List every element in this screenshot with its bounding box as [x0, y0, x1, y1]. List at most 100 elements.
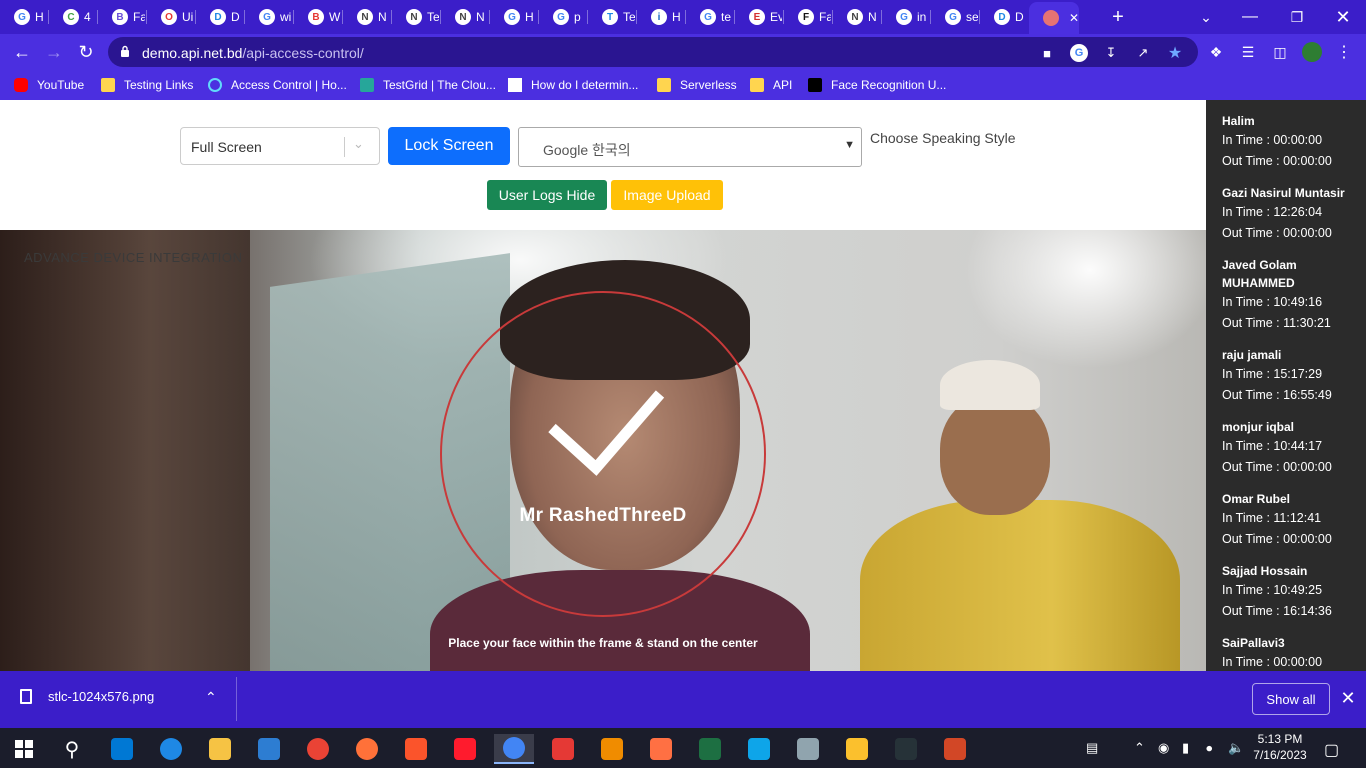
share-icon[interactable]: ↗ [1134, 44, 1152, 62]
taskbar-app-icon[interactable] [249, 734, 289, 764]
browser-tab[interactable]: Gse [931, 4, 980, 30]
tab-title: te [721, 10, 732, 24]
start-icon[interactable] [4, 734, 44, 764]
taskbar-app-icon[interactable] [298, 734, 338, 764]
user-logs-hide-button[interactable]: User Logs Hide [487, 180, 607, 210]
notifications-icon[interactable]: ▢ [1324, 740, 1339, 760]
wifi-icon[interactable]: ⦁ [1206, 740, 1213, 756]
voice-select[interactable]: Google 한국의 ▼ [518, 127, 862, 167]
browser-tab[interactable]: GH [0, 4, 49, 30]
log-entry: Omar Rubel In Time : 11:12:41 Out Time : 0… [1222, 478, 1352, 550]
taskbar-app-icon[interactable] [690, 734, 730, 764]
browser-tab[interactable]: O Ui [147, 4, 196, 30]
browser-tab[interactable]: NN [833, 4, 882, 30]
chevron-up-icon[interactable]: ⌃ [205, 689, 217, 706]
browser-tab[interactable]: F Fa [784, 4, 833, 30]
reading-list-icon[interactable]: ☰ [1238, 42, 1258, 62]
browser-tab[interactable]: N Te [392, 4, 441, 30]
close-window-icon[interactable]: ✕ [1329, 4, 1357, 30]
system-clock[interactable]: 5:13 PM 7/16/2023 [1252, 731, 1308, 763]
search-icon[interactable]: ⚲ [52, 734, 92, 764]
menu-icon[interactable]: ⋮ [1334, 42, 1354, 62]
tab-active[interactable]: ✕ [1029, 2, 1079, 34]
forward-icon[interactable]: → [40, 38, 68, 66]
bookmark-label: How do I determin... [531, 78, 639, 92]
google-lens-icon[interactable]: G [1070, 44, 1088, 62]
bookmark-serverless[interactable]: Serverless [657, 76, 737, 94]
back-icon[interactable]: ← [8, 38, 36, 66]
close-icon[interactable]: ✕ [1338, 687, 1358, 709]
voice-value: Google 한국의 [543, 142, 631, 158]
bookmark-youtube[interactable]: YouTube [14, 76, 84, 94]
tab-favicon-icon [1043, 10, 1059, 26]
volume-icon[interactable]: 🔈 [1228, 740, 1244, 756]
app-glyph [552, 738, 574, 760]
taskbar-app-icon[interactable] [494, 734, 534, 764]
taskbar-app-icon[interactable] [935, 734, 975, 764]
taskbar-app-icon[interactable] [347, 734, 387, 764]
taskbar-app-icon[interactable] [788, 734, 828, 764]
bookmark-testgrid[interactable]: TestGrid | The Clou... [360, 76, 496, 94]
bookmark-star-icon[interactable]: ★ [1166, 44, 1184, 62]
bookmark-access-control[interactable]: Access Control | Ho... [208, 76, 347, 94]
browser-tab[interactable]: C4 [49, 4, 98, 30]
chevron-up-icon[interactable]: ⌃ [1134, 740, 1145, 756]
screen-mode-select[interactable]: Full Screen ⌄ [180, 127, 380, 165]
lock-screen-button[interactable]: Lock Screen [388, 127, 510, 165]
browser-tab[interactable]: B Fa [98, 4, 147, 30]
taskbar-app-icon[interactable] [739, 734, 779, 764]
browser-tab[interactable]: GH [490, 4, 539, 30]
taskbar-app-icon[interactable] [592, 734, 632, 764]
bookmark-how-do-i[interactable]: How do I determin... [508, 76, 638, 94]
tab-favicon-icon: B [112, 9, 128, 25]
browser-tab[interactable]: NN [441, 4, 490, 30]
taskbar-app-icon[interactable] [837, 734, 877, 764]
close-tab-icon[interactable]: ✕ [1069, 11, 1079, 25]
camera-tray-icon[interactable]: ◉ [1158, 740, 1169, 756]
browser-tab[interactable]: T Te [588, 4, 637, 30]
page-content: Full Screen ⌄ Lock Screen Google 한국의 ▼ C… [0, 100, 1366, 671]
browser-tab[interactable]: Gwi [245, 4, 294, 30]
bookmark-face-recognition[interactable]: Face Recognition U... [808, 76, 946, 94]
user-logs-list: Halim In Time : 00:00:00 Out Time : 00:00:… [1206, 100, 1366, 671]
bookmark-api[interactable]: API [750, 76, 792, 94]
bookmark-testing-links[interactable]: Testing Links [101, 76, 193, 94]
taskbar-app-icon[interactable] [102, 734, 142, 764]
taskbar-app-icon[interactable] [641, 734, 681, 764]
tab-title: H [35, 10, 44, 24]
browser-tab[interactable]: Gin [882, 4, 931, 30]
browser-tab[interactable]: Gp [539, 4, 588, 30]
extensions-icon[interactable]: ❖ [1206, 42, 1226, 62]
app-glyph [895, 738, 917, 760]
browser-tab[interactable]: Gte [686, 4, 735, 30]
battery-icon[interactable]: ▮ [1182, 740, 1189, 756]
taskbar-app-icon[interactable] [396, 734, 436, 764]
tab-title: Ev [770, 10, 782, 24]
taskbar-app-icon[interactable] [445, 734, 485, 764]
browser-tab[interactable]: NN [343, 4, 392, 30]
browser-tab[interactable]: E Ev [735, 4, 784, 30]
news-widget-icon[interactable]: ▤ [1086, 740, 1098, 756]
side-panel-icon[interactable]: ◫ [1270, 42, 1290, 62]
taskbar-app-icon[interactable] [543, 734, 583, 764]
new-tab-button[interactable]: + [1104, 4, 1132, 30]
browser-tab[interactable]: DD [196, 4, 245, 30]
download-item[interactable]: stlc-1024x576.png [20, 689, 154, 704]
taskbar-app-icon[interactable] [200, 734, 240, 764]
address-bar[interactable]: demo.api.net.bd/api-access-control/ ■ G … [108, 37, 1198, 67]
log-in-time: In Time : 12:26:04 [1222, 205, 1323, 219]
taskbar-app-icon[interactable] [886, 734, 926, 764]
taskbar-app-icon[interactable] [151, 734, 191, 764]
restore-icon[interactable]: ❐ [1283, 4, 1311, 30]
show-all-button[interactable]: Show all [1252, 683, 1330, 715]
profile-avatar[interactable] [1302, 42, 1322, 62]
camera-permission-icon[interactable]: ■ [1038, 44, 1056, 62]
browser-tab[interactable]: DD [980, 4, 1029, 30]
minimize-icon[interactable]: — [1236, 4, 1264, 30]
install-icon[interactable]: ↧ [1102, 44, 1120, 62]
tab-search-icon[interactable]: ⌄ [1192, 4, 1220, 30]
browser-tab[interactable]: BW [294, 4, 343, 30]
reload-icon[interactable]: ↻ [72, 38, 100, 66]
browser-tab[interactable]: iH [637, 4, 686, 30]
image-upload-button[interactable]: Image Upload [611, 180, 723, 210]
